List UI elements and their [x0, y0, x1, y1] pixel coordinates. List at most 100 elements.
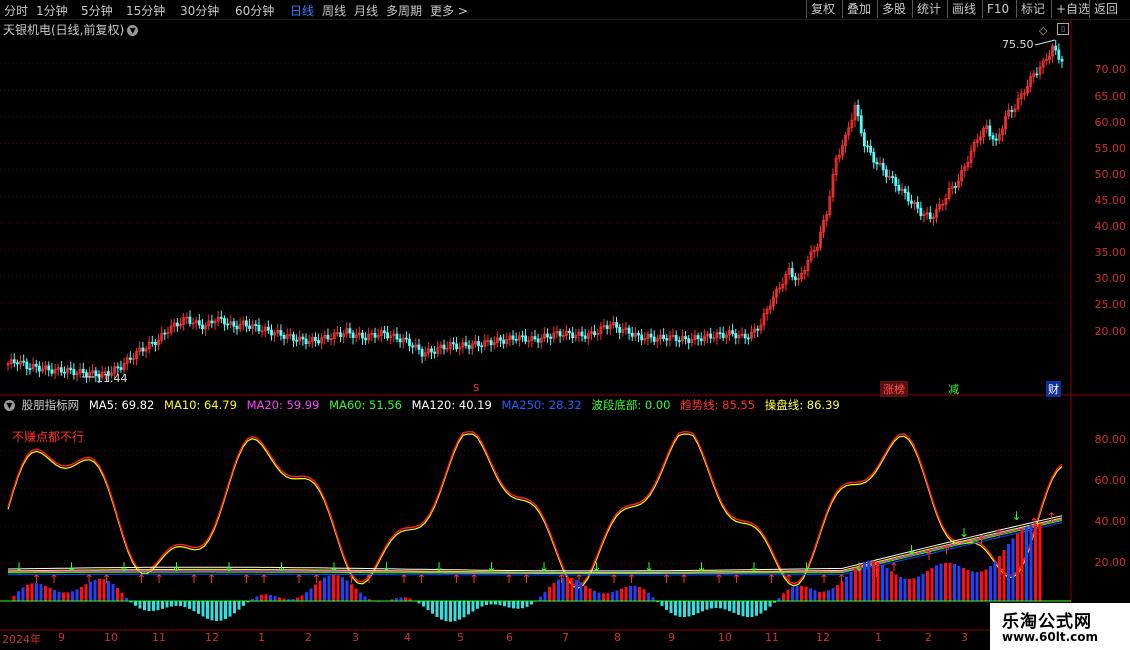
histogram-bar — [1016, 533, 1019, 601]
histogram-bar — [260, 594, 263, 601]
candle-body — [549, 336, 553, 339]
op-value: 操盘线: 86.39 — [764, 398, 840, 412]
buy-arrow: ↑ — [504, 572, 514, 586]
buy-arrow: ↑ — [452, 572, 462, 586]
histogram-bar — [39, 584, 43, 601]
histogram-bar — [228, 601, 232, 617]
histogram-bar — [647, 592, 650, 601]
candle-body — [304, 338, 308, 345]
candle-body — [721, 332, 725, 338]
histogram-bar — [476, 601, 479, 609]
histogram-bar — [849, 572, 853, 601]
buy-arrow: ↑ — [819, 572, 829, 586]
histogram-bar — [431, 601, 434, 614]
candle-body — [906, 192, 910, 202]
histogram-bar — [21, 587, 25, 601]
candle-body — [991, 135, 995, 140]
candle-body — [511, 335, 515, 340]
histogram-bar — [453, 601, 457, 622]
indicator-name[interactable]: 股朋指标网 — [22, 398, 80, 412]
buy-arrow: ↑ — [557, 572, 567, 586]
histogram-bar — [620, 588, 623, 601]
histogram-bar — [732, 601, 736, 613]
histogram-bar — [948, 562, 952, 601]
candle-body — [455, 343, 458, 350]
histogram-bar — [692, 601, 695, 616]
bottom-value: 波段底部: 0.00 — [591, 398, 671, 412]
diamond-icon[interactable]: ◇ — [1039, 24, 1047, 37]
buy-arrow: ↑ — [977, 532, 987, 546]
buy-arrow: ↑ — [259, 572, 269, 586]
candle-body — [1035, 73, 1039, 76]
histogram-bar — [903, 578, 907, 601]
histogram-bar — [917, 576, 920, 601]
chart-canvas[interactable]: ↓ ↑ ↑ ↓ ↑ ↑ ↓ ↑ ↑ ↓ ↑ ↑ ↓ ↑ ↑ ↓ ↑ ↑ ↓ ↑ ↑ ↓ ↑ ↑ ↓ ↑ ↑ ↓ ↑ ↑ ↓ ↑ ↑ ↓ ↑ ↑ ↓ ↑ ↑ ↓… — [0, 0, 1130, 650]
histogram-bar — [971, 571, 974, 601]
histogram-bar — [719, 601, 722, 609]
candle-body — [477, 341, 480, 347]
zhangbang-tag[interactable]: 涨榜 — [880, 381, 908, 397]
histogram-bar — [984, 569, 988, 601]
candle-body — [433, 351, 437, 354]
histogram-bar — [701, 601, 704, 612]
histogram-bar — [174, 601, 178, 606]
histogram-bar — [12, 595, 16, 601]
price-tick: 30.00 — [1094, 272, 1127, 285]
candle-body — [197, 320, 201, 326]
candle-body — [734, 333, 738, 339]
indicator-note: 不赚点都不行 — [12, 430, 85, 444]
sell-arrow: ↓ — [854, 560, 864, 574]
histogram-bar — [800, 585, 803, 601]
histogram-bar — [237, 601, 241, 610]
time-tick: 2024年 — [2, 633, 41, 646]
candle-body — [580, 331, 584, 337]
trend-line — [7, 431, 1063, 587]
sell-arrow: ↓ — [959, 526, 969, 540]
signal-s-marker: S — [473, 383, 480, 394]
candle-body — [226, 323, 229, 326]
buy-arrow: ↑ — [102, 572, 112, 586]
window-toggle-icon[interactable]: ▯ — [1057, 23, 1069, 35]
histogram-bar — [120, 592, 124, 601]
histogram-bar — [908, 579, 911, 601]
histogram-bar — [192, 601, 196, 612]
finance-tag[interactable]: 财 — [1046, 381, 1061, 397]
candle-body — [386, 332, 389, 339]
candle-body — [514, 338, 518, 341]
histogram-bar — [651, 597, 655, 601]
histogram-bar — [449, 601, 452, 622]
candle-body — [348, 328, 352, 334]
histogram-bar — [152, 601, 155, 611]
buy-arrow: ↑ — [1047, 510, 1057, 524]
candle-body — [1060, 58, 1064, 62]
histogram-bar — [498, 601, 502, 606]
histogram-bar — [584, 585, 587, 601]
histogram-bar — [84, 584, 88, 601]
histogram-bar — [147, 601, 151, 611]
time-tick: 2 — [305, 631, 312, 644]
chevron-down-icon[interactable]: ▼ — [4, 400, 15, 411]
buy-arrow: ↑ — [32, 572, 42, 586]
histogram-bar — [593, 590, 596, 601]
histogram-bar — [242, 601, 245, 606]
histogram-bar — [975, 572, 979, 601]
histogram-bar — [602, 593, 605, 601]
histogram-bar — [588, 588, 592, 601]
ma20-value: MA20: 59.99 — [246, 398, 320, 412]
buy-arrow: ↑ — [872, 566, 882, 580]
histogram-bar — [458, 601, 461, 620]
buy-arrow: ↑ — [312, 572, 322, 586]
reduce-tag[interactable]: 减 — [948, 381, 959, 397]
histogram-bar — [935, 565, 938, 601]
histogram-bar — [26, 584, 29, 601]
watermark-logo: 乐淘公式网 www.60lt.com — [990, 603, 1130, 650]
histogram-bar — [836, 585, 839, 601]
histogram-bar — [629, 585, 632, 601]
candle-body — [254, 324, 258, 327]
time-tick: 11 — [765, 631, 779, 644]
histogram-bar — [764, 601, 767, 611]
sell-arrow: ↓ — [14, 560, 24, 574]
buy-arrow: ↑ — [189, 572, 199, 586]
histogram-bar — [728, 601, 731, 612]
candle-body — [210, 320, 214, 324]
